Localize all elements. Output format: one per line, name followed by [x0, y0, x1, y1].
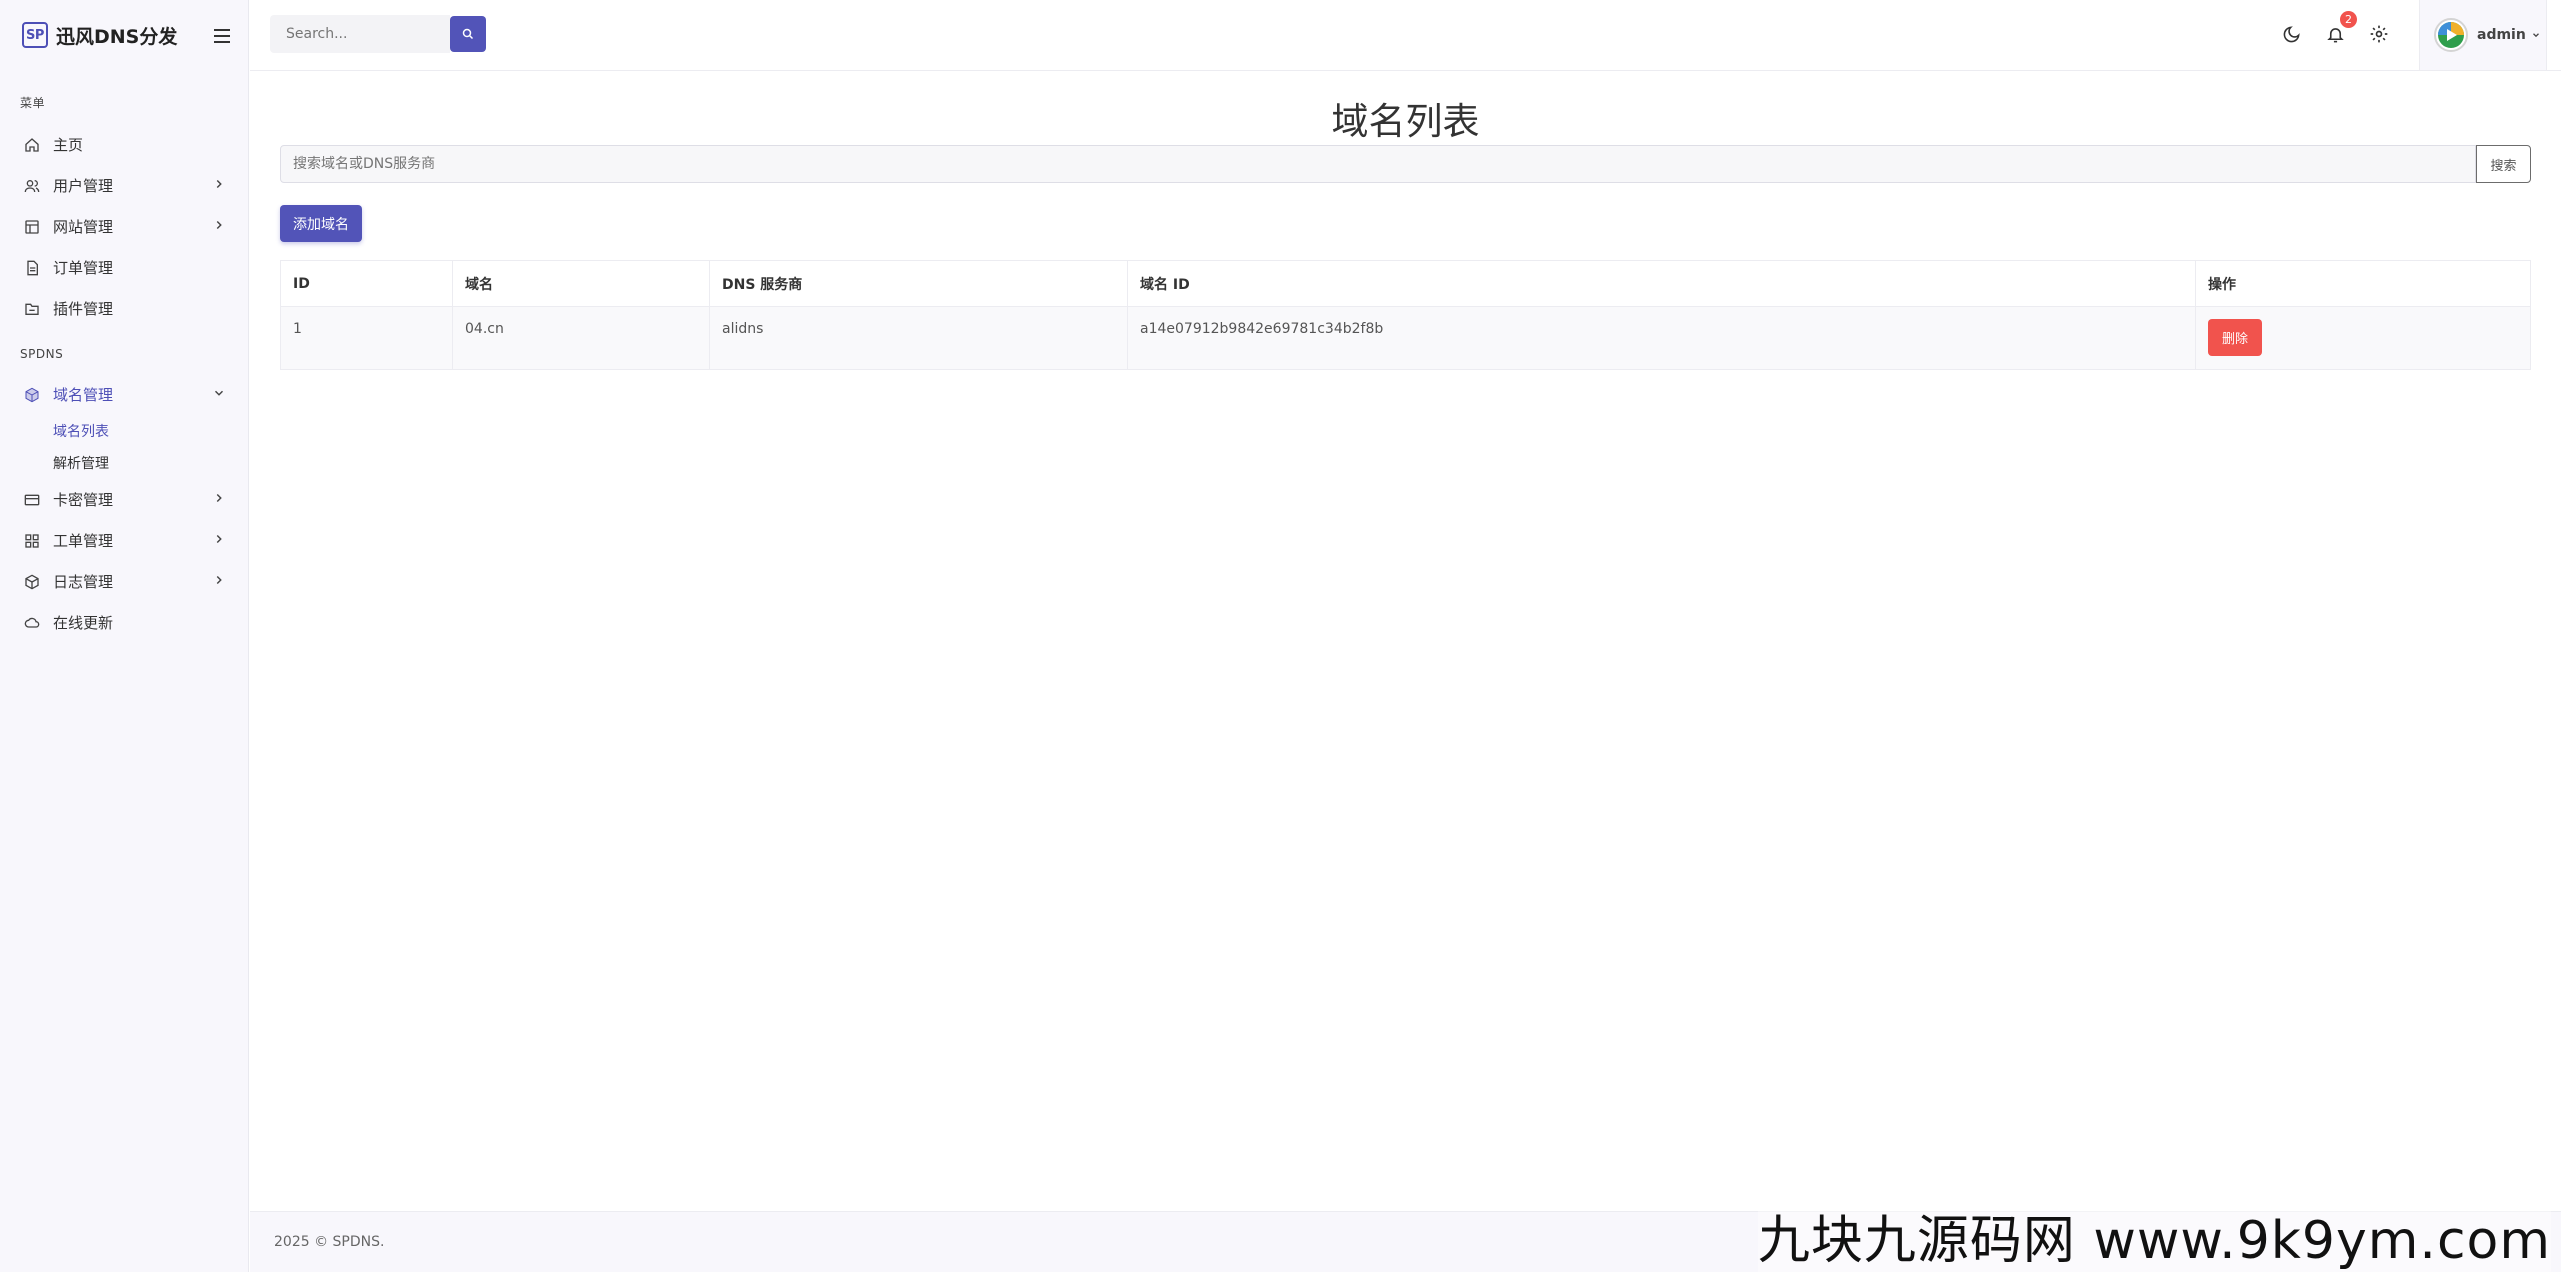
chevron-right-icon [216, 179, 222, 189]
sidebar-item-label: 日志管理 [53, 573, 114, 591]
card-icon [23, 491, 41, 509]
table-row: 1 04.cn alidns a14e07912b9842e69781c34b2… [280, 306, 2531, 370]
sidebar-item-plugins[interactable]: 插件管理 [0, 288, 248, 329]
header-search-input[interactable] [270, 15, 450, 53]
chevron-down-icon [2532, 33, 2539, 38]
search-icon [462, 28, 474, 40]
sidebar-item-cards[interactable]: 卡密管理 [0, 479, 248, 520]
table-header-row: ID 域名 DNS 服务商 域名 ID 操作 [280, 260, 2531, 307]
cell-domain: 04.cn [452, 306, 710, 370]
sidebar-item-label: 主页 [53, 136, 84, 154]
add-domain-button[interactable]: 添加域名 [280, 205, 362, 242]
gear-icon [2370, 25, 2388, 43]
theme-toggle-button[interactable] [2279, 22, 2303, 46]
box-icon [23, 386, 41, 404]
menu-toggle-icon[interactable] [214, 24, 230, 48]
column-header-actions: 操作 [2195, 260, 2531, 307]
main-content: 域名列表 搜索 添加域名 ID 域名 DNS 服务商 域名 ID 操作 1 04… [250, 71, 2561, 1211]
notifications-button[interactable]: 2 [2323, 11, 2357, 46]
cell-id: 1 [280, 306, 453, 370]
layout-icon [23, 218, 41, 236]
page-title: 域名列表 [1331, 100, 1480, 143]
user-name: admin [2477, 27, 2526, 43]
brand: SP 迅风DNS分发 [0, 0, 248, 70]
domain-search-button[interactable]: 搜索 [2476, 145, 2531, 183]
sidebar-item-tickets[interactable]: 工单管理 [0, 520, 248, 561]
chevron-down-icon [214, 390, 224, 396]
sidebar-item-home[interactable]: 主页 [0, 124, 248, 165]
sidebar-subitem-dns-records[interactable]: 解析管理 [0, 447, 248, 479]
settings-button[interactable] [2367, 22, 2391, 46]
column-header-id: ID [280, 260, 453, 307]
chevron-right-icon [216, 220, 222, 230]
chevron-right-icon [216, 575, 222, 585]
grid-icon [23, 532, 41, 550]
sidebar-item-label: 网站管理 [53, 218, 114, 236]
users-icon [23, 177, 41, 195]
brand-logo: SP [22, 22, 48, 48]
sidebar-item-orders[interactable]: 订单管理 [0, 247, 248, 288]
column-header-domain: 域名 [452, 260, 710, 307]
cell-provider: alidns [709, 306, 1128, 370]
sidebar-item-label: 用户管理 [53, 177, 114, 195]
menu-section-title: 菜单 [20, 96, 46, 110]
sidebar-item-label: 订单管理 [53, 259, 114, 277]
domain-search-form: 搜索 [280, 145, 2531, 183]
domain-search-input[interactable] [280, 145, 2476, 183]
sidebar: SP 迅风DNS分发 菜单 主页 用户管理 网站管理 订单管理 插件管理 SPD… [0, 0, 249, 1272]
sidebar-item-label: 插件管理 [53, 300, 114, 318]
sidebar-item-update[interactable]: 在线更新 [0, 602, 248, 643]
moon-icon [2283, 25, 2300, 42]
file-icon [23, 259, 41, 277]
sidebar-item-label: 域名管理 [53, 386, 114, 404]
sidebar-item-domains[interactable]: 域名管理 [0, 374, 248, 415]
delete-button[interactable]: 删除 [2208, 319, 2262, 356]
avatar [2434, 18, 2468, 52]
cell-domain-id: a14e07912b9842e69781c34b2f8b [1127, 306, 2196, 370]
column-header-provider: DNS 服务商 [709, 260, 1128, 307]
header-search-button[interactable] [450, 16, 486, 52]
sidebar-item-sites[interactable]: 网站管理 [0, 206, 248, 247]
chevron-right-icon [216, 493, 222, 503]
sidebar-item-label: 在线更新 [53, 614, 114, 632]
domain-table: ID 域名 DNS 服务商 域名 ID 操作 1 04.cn alidns a1… [280, 260, 2531, 370]
sidebar-item-users[interactable]: 用户管理 [0, 165, 248, 206]
footer-copyright: 2025 © SPDNS. [274, 1234, 385, 1250]
user-menu[interactable]: admin [2419, 0, 2547, 70]
cloud-icon [23, 614, 41, 632]
spdns-section-title: SPDNS [20, 347, 64, 361]
bell-icon [2326, 27, 2344, 42]
header-search [270, 15, 450, 53]
sidebar-item-label: 工单管理 [53, 532, 114, 550]
cell-actions: 删除 [2195, 306, 2531, 370]
home-icon [23, 136, 41, 154]
column-header-domain-id: 域名 ID [1127, 260, 2196, 307]
chevron-right-icon [216, 534, 222, 544]
brand-name: 迅风DNS分发 [56, 25, 178, 48]
sidebar-item-label: 卡密管理 [53, 491, 114, 509]
watermark: 九块九源码网 www.9k9ym.com [1757, 1198, 2551, 1272]
notification-badge: 2 [2340, 11, 2357, 28]
cube-icon [23, 573, 41, 591]
topbar: 2 admin [250, 0, 2561, 71]
sidebar-subitem-domain-list[interactable]: 域名列表 [0, 415, 248, 447]
folder-icon [23, 300, 41, 318]
sidebar-item-logs[interactable]: 日志管理 [0, 561, 248, 602]
